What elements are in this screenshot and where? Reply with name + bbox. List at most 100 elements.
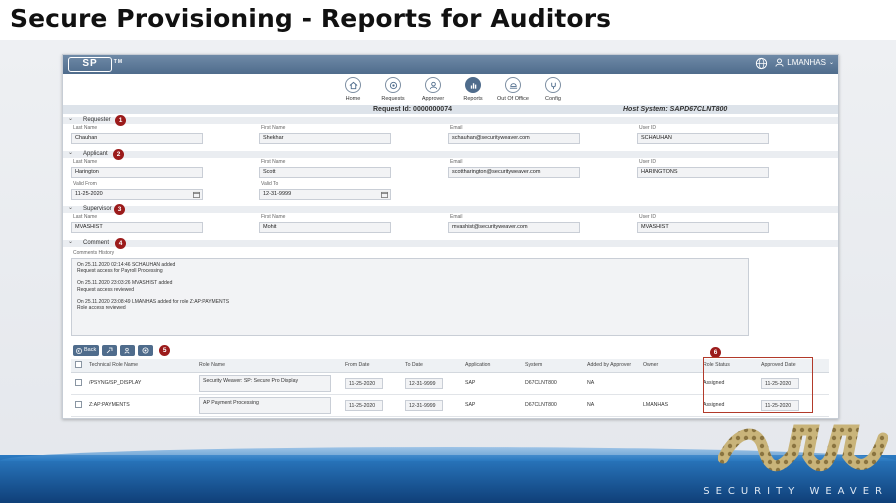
supervisor-title: Supervisor xyxy=(83,206,112,212)
roles-table: Technical Role Name Role Name From Date … xyxy=(71,359,829,417)
col-from-date[interactable]: From Date xyxy=(341,359,401,373)
supervisor-last-name-label: Last Name xyxy=(73,214,98,220)
comments-history-label: Comments History xyxy=(73,250,115,256)
applicant-user-id-label: User ID xyxy=(639,159,656,165)
applicant-section-header[interactable]: ⌄ Applicant 2 xyxy=(63,149,838,160)
requester-user-id-field[interactable]: SCHAUHAN xyxy=(637,133,769,144)
callout-badge-2: 2 xyxy=(113,149,124,160)
comments-history-box[interactable]: On 25.11.2020 02:14:46 SCHAUHAN added Re… xyxy=(71,258,749,336)
comment-line: Role access reviewed xyxy=(77,305,126,312)
callout-badge-1: 1 xyxy=(115,115,126,126)
from-date[interactable]: 11-25-2020 xyxy=(345,377,383,389)
requester-section-header[interactable]: ⌄ Requester 1 xyxy=(63,115,838,126)
supervisor-section-header[interactable]: ⌄ Supervisor 3 xyxy=(63,204,838,215)
approved-date: 11-25-2020 xyxy=(761,399,799,411)
technical-role-name: Z:AP:PAYMENTS xyxy=(85,394,195,417)
user-menu[interactable]: LMANHAS ⌄ xyxy=(775,58,834,67)
calendar-icon[interactable] xyxy=(193,191,200,198)
logo-text: SP xyxy=(82,58,98,69)
nav-config[interactable]: Config xyxy=(533,77,573,102)
applicant-last-name-field[interactable]: Harington xyxy=(71,167,203,178)
table-row[interactable]: Z:AP:PAYMENTS AP Payment Processing 11-2… xyxy=(71,394,829,417)
slide-title: Secure Provisioning - Reports for Audito… xyxy=(10,4,612,33)
added-by-approver: NA xyxy=(583,372,639,395)
back-label: Back xyxy=(84,347,97,353)
row-checkbox[interactable] xyxy=(75,400,82,408)
col-owner[interactable]: Owner xyxy=(639,359,699,373)
col-added-by-approver[interactable]: Added by Approver xyxy=(583,359,639,373)
user-action-button[interactable] xyxy=(120,345,136,356)
valid-from-label: Valid From xyxy=(73,181,97,187)
applicant-title: Applicant xyxy=(83,151,108,157)
chevron-down-icon: ⌄ xyxy=(68,205,74,211)
added-by-approver: NA xyxy=(583,394,639,417)
to-date[interactable]: 12-31-9999 xyxy=(405,377,443,389)
owner: LMANHAS xyxy=(639,394,699,417)
callout-badge-6: 6 xyxy=(710,347,721,358)
config-icon xyxy=(550,82,556,89)
applicant-email-field[interactable]: scottharington@securityweaver.com xyxy=(448,167,580,178)
supervisor-email-label: Email xyxy=(450,214,463,220)
col-to-date[interactable]: To Date xyxy=(401,359,461,373)
nav-out-of-office-label: Out Of Office xyxy=(497,96,529,102)
app-window: SP TM LMANHAS ⌄ Home Requests Approver Re… xyxy=(62,54,839,419)
nav-out-of-office[interactable]: Out Of Office xyxy=(493,77,533,102)
to-date[interactable]: 12-31-9999 xyxy=(405,399,443,411)
owner xyxy=(639,372,699,395)
approved-date: 11-25-2020 xyxy=(761,377,799,389)
col-system[interactable]: System xyxy=(521,359,583,373)
valid-from-value: 11-25-2020 xyxy=(75,191,103,197)
col-approved-date[interactable]: Approved Date xyxy=(757,359,829,373)
nav-requests-label: Requests xyxy=(381,96,405,102)
from-date[interactable]: 11-25-2020 xyxy=(345,399,383,411)
nav-approver[interactable]: Approver xyxy=(413,77,453,102)
applicant-user-id-field[interactable]: HARINGTONS xyxy=(637,167,769,178)
col-application[interactable]: Application xyxy=(461,359,521,373)
requester-user-id-label: User ID xyxy=(639,125,656,131)
chevron-down-icon: ⌄ xyxy=(68,239,74,245)
assign-role-icon xyxy=(106,347,113,354)
supervisor-email-field[interactable]: mvashist@securityweaver.com xyxy=(448,222,580,233)
table-row[interactable]: /PSYNG/SP_DISPLAY Security Weaver: SP: S… xyxy=(71,372,829,395)
back-button[interactable]: Back xyxy=(73,345,100,356)
approver-icon xyxy=(429,81,437,89)
user-plus-icon xyxy=(124,347,130,354)
requester-last-name-field[interactable]: Chauhan xyxy=(71,133,203,144)
requester-email-label: Email xyxy=(450,125,463,131)
out-of-office-icon xyxy=(509,82,517,89)
col-role-name[interactable]: Role Name xyxy=(195,359,341,373)
role-name: Security Weaver: SP: Secure Pro Display xyxy=(199,374,331,392)
comment-section-header[interactable]: ⌄ Comment 4 xyxy=(63,238,838,249)
settings-button[interactable] xyxy=(138,345,154,356)
select-all-checkbox[interactable] xyxy=(75,360,82,368)
request-bar: Request Id: 0000000074 Host System: SAPD… xyxy=(63,105,838,114)
sp-logo[interactable]: SP TM xyxy=(68,57,122,72)
system: D67CLNT800 xyxy=(521,372,583,395)
chevron-down-icon: ⌄ xyxy=(68,150,74,156)
valid-to-field[interactable]: 12-31-9999 xyxy=(259,189,391,200)
supervisor-user-id-field[interactable]: MVASHIST xyxy=(637,222,769,233)
supervisor-last-name-field[interactable]: MVASHIST xyxy=(71,222,203,233)
assign-role-button[interactable] xyxy=(102,345,118,356)
nav-reports[interactable]: Reports xyxy=(453,77,493,102)
reports-icon xyxy=(470,82,476,89)
requester-email-field[interactable]: schauhan@securityweaver.com xyxy=(448,133,580,144)
requester-last-name-label: Last Name xyxy=(73,125,98,131)
security-weaver-wordmark: SECURITY WEAVER xyxy=(703,486,888,497)
callout-badge-5: 5 xyxy=(159,345,171,356)
valid-to-value: 12-31-9999 xyxy=(263,191,292,197)
nav-requests[interactable]: Requests xyxy=(373,77,413,102)
applicant-first-name-field[interactable]: Scott xyxy=(259,167,391,178)
supervisor-first-name-field[interactable]: Mohit xyxy=(259,222,391,233)
globe-icon[interactable] xyxy=(755,57,768,70)
user-icon xyxy=(775,58,784,67)
row-checkbox[interactable] xyxy=(75,378,82,386)
requests-icon xyxy=(389,81,397,89)
gear-icon xyxy=(142,347,149,354)
calendar-icon[interactable] xyxy=(381,191,388,198)
nav-home[interactable]: Home xyxy=(333,77,373,102)
col-technical-role-name[interactable]: Technical Role Name xyxy=(85,359,195,373)
requester-first-name-field[interactable]: Shekhar xyxy=(259,133,391,144)
col-role-status[interactable]: Role Status xyxy=(699,359,757,373)
valid-from-field[interactable]: 11-25-2020 xyxy=(71,189,203,200)
